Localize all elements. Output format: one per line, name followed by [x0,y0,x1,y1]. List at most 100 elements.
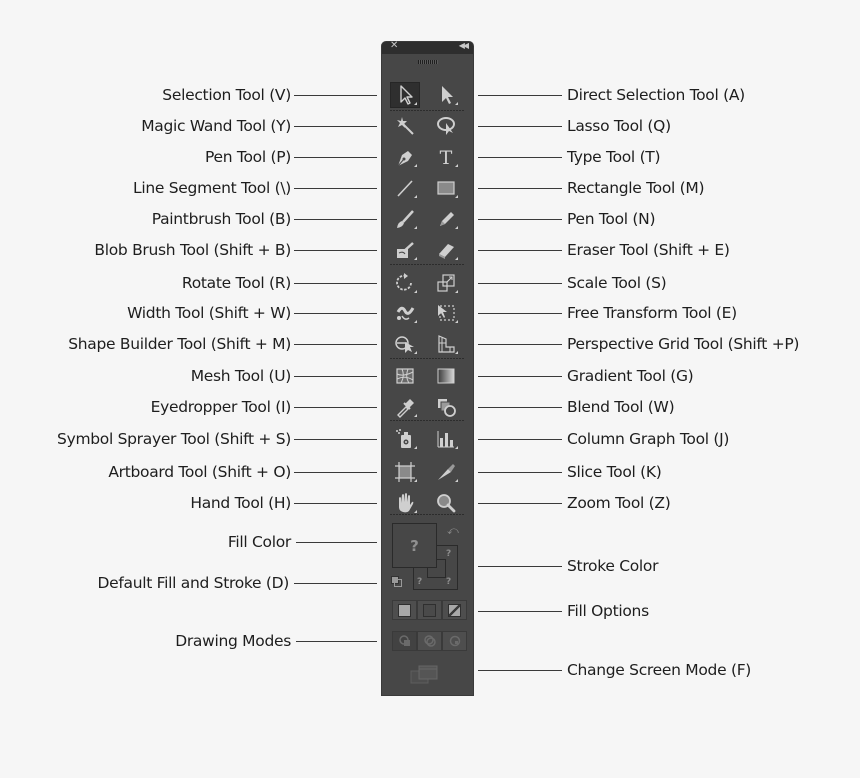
tool-button-magic-wand[interactable] [390,113,420,139]
tool-group-divider [390,264,465,265]
leader-line [478,376,562,377]
screen-mode-icon [410,665,438,684]
tool-button-gradient[interactable] [431,363,461,389]
tool-button-rotate[interactable] [390,270,420,296]
width-tool-icon [396,306,415,320]
tool-button-slice-knife[interactable] [431,459,461,485]
tool-group-divider [390,358,465,359]
collapse-icon[interactable]: ◀◀ [459,41,469,50]
tool-button-shape-builder[interactable] [390,331,420,357]
stroke-unknown-mark: ? [417,577,423,587]
stroke-unknown-mark: ? [446,549,452,559]
tool-label: Rectangle Tool (M) [567,179,705,197]
flyout-indicator-icon [414,510,417,513]
tool-button-lasso[interactable] [431,113,461,139]
fill-options-label: Fill Options [567,602,649,620]
lasso-icon [437,117,455,135]
rotate-icon [396,273,412,291]
free-transform-icon [438,305,455,321]
tool-button-line-segment[interactable] [390,175,420,201]
tool-button-direct-selection-arrow[interactable] [431,82,461,108]
leader-line [294,95,377,96]
tool-label: Scale Tool (S) [567,274,667,292]
tool-button-mesh[interactable] [390,363,420,389]
tool-button-artboard[interactable] [390,459,420,485]
tool-label: Hand Tool (H) [190,494,291,512]
tool-button-blend[interactable] [431,394,461,420]
tool-button-hand[interactable] [390,490,420,516]
leader-line [478,566,562,567]
leader-line [478,670,562,671]
tool-button-type-t[interactable]: T [431,144,461,170]
tool-button-blob-brush[interactable] [390,237,420,263]
tool-button-width-tool[interactable] [390,300,420,326]
leader-line [294,188,377,189]
flyout-indicator-icon [414,257,417,260]
tool-label: Zoom Tool (Z) [567,494,671,512]
swap-fill-stroke-icon[interactable]: ⤺ [447,524,459,538]
tool-button-pen-nib[interactable] [390,144,420,170]
tool-button-eyedropper[interactable] [390,394,420,420]
flyout-indicator-icon [414,164,417,167]
tool-button-magnifier[interactable] [431,490,461,516]
fill-unknown-mark: ? [410,536,419,555]
line-segment-icon [397,180,413,197]
tool-label: Artboard Tool (Shift + O) [108,463,291,481]
tool-button-free-transform[interactable] [431,300,461,326]
leader-line [478,95,562,96]
tool-label: Eraser Tool (Shift + E) [567,241,730,259]
tool-button-symbol-sprayer[interactable] [390,426,420,452]
tool-button-column-graph[interactable] [431,426,461,452]
leader-line [478,439,562,440]
draw-behind-icon [423,635,436,647]
pencil-icon [440,212,454,226]
tool-label: Magic Wand Tool (Y) [141,117,291,135]
panel-header: ✕ ◀◀ [382,40,473,54]
type-t-icon: T [440,147,453,169]
artboard-icon [395,462,415,482]
fill-color-swatch-front[interactable]: ? [392,523,437,568]
flyout-indicator-icon [414,226,417,229]
tool-label: Pen Tool (P) [205,148,291,166]
tool-button-scale[interactable] [431,270,461,296]
leader-line [294,126,377,127]
tool-button-perspective-grid[interactable] [431,331,461,357]
tool-group-divider [390,110,465,111]
column-graph-icon [437,431,454,448]
tool-button-paintbrush[interactable] [390,206,420,232]
flyout-indicator-icon [414,414,417,417]
gradient-mode-button[interactable] [417,600,442,620]
leader-line [478,188,562,189]
direct-selection-arrow-icon [442,86,453,104]
tool-button-pencil[interactable] [431,206,461,232]
flyout-indicator-icon [455,290,458,293]
panel-grip-handle[interactable] [418,60,438,64]
tool-button-selection-arrow[interactable] [390,82,420,108]
close-icon[interactable]: ✕ [390,40,398,51]
leader-line [478,503,562,504]
draw-inside-icon [449,635,460,647]
flyout-indicator-icon [455,320,458,323]
svg-text:T: T [440,147,453,169]
drawing-modes-label: Drawing Modes [175,632,291,650]
default-fill-stroke-icon[interactable] [391,576,402,587]
eraser-icon [439,244,454,259]
gradient-icon [437,368,455,384]
tool-button-eraser[interactable] [431,237,461,263]
tool-label: Rotate Tool (R) [181,274,291,292]
rectangle-icon [437,181,455,195]
tool-label: Perspective Grid Tool (Shift +P) [567,335,800,353]
fill-color-label: Fill Color [227,533,291,551]
flyout-indicator-icon [455,257,458,260]
none-mode-button[interactable] [442,600,467,620]
change-screen-mode-button[interactable] [410,665,440,685]
draw-normal-button[interactable] [392,631,417,651]
leader-line [294,157,377,158]
pen-nib-icon [397,151,412,167]
leader-line [294,313,377,314]
fill-color-mode-button[interactable] [392,600,417,620]
tool-button-rectangle[interactable] [431,175,461,201]
tool-label: Width Tool (Shift + W) [127,304,291,322]
draw-behind-button[interactable] [417,631,442,651]
draw-inside-button[interactable] [442,631,467,651]
